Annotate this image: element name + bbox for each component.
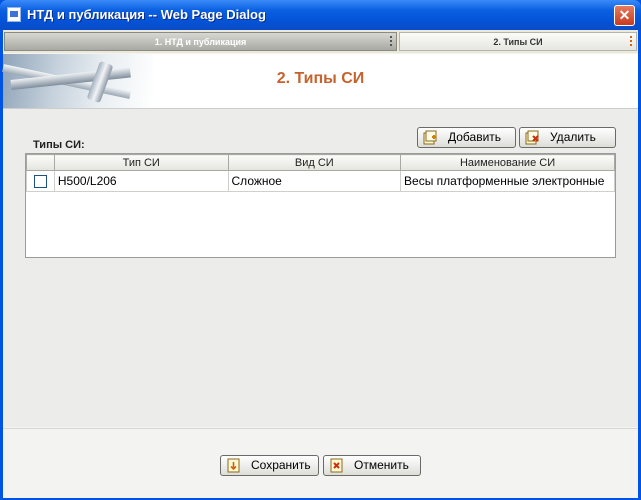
delete-button[interactable]: Удалить: [519, 127, 616, 148]
page-title: 2. Типы СИ: [276, 70, 365, 87]
tab-grip-icon: [630, 36, 632, 47]
column-select: [26, 154, 55, 171]
row-select-cell: [26, 170, 55, 192]
dialog-window: НТД и публикация -- Web Page Dialog ✕ 1.…: [0, 0, 641, 500]
section-label: Типы СИ:: [33, 139, 85, 151]
close-button[interactable]: ✕: [614, 5, 635, 26]
save-button-label: Сохранить: [251, 458, 311, 472]
add-button-label: Добавить: [448, 130, 502, 144]
cancel-button[interactable]: Отменить: [323, 455, 421, 476]
tab-ntd-publication[interactable]: 1. НТД и публикация: [4, 32, 397, 51]
cancel-icon: [330, 458, 343, 473]
tab-label: 2. Типы СИ: [493, 37, 543, 47]
tab-si-types[interactable]: 2. Типы СИ: [399, 32, 637, 51]
cell-type: Н500/L206: [53, 170, 229, 192]
content-panel: Типы СИ: Добавить Удалить Тип СИ Вид СИ …: [3, 109, 638, 427]
table-row[interactable]: Н500/L206 Сложное Весы платформенные эле…: [26, 170, 615, 192]
column-type[interactable]: Тип СИ: [53, 154, 229, 171]
delete-button-label: Удалить: [550, 130, 596, 144]
column-kind[interactable]: Вид СИ: [227, 154, 402, 171]
client-area: 1. НТД и публикация 2. Типы СИ 2. Типы С…: [2, 30, 638, 498]
cancel-button-label: Отменить: [354, 458, 409, 472]
cell-kind: Сложное: [227, 170, 402, 192]
add-icon: [423, 130, 437, 145]
tab-strip: 1. НТД и публикация 2. Типы СИ: [3, 30, 638, 53]
title-bar: НТД и публикация -- Web Page Dialog ✕: [0, 0, 641, 30]
row-checkbox[interactable]: [33, 174, 47, 188]
column-name[interactable]: Наименование СИ: [400, 154, 615, 171]
window-icon: [7, 7, 21, 22]
cell-name: Весы платформенные электронные: [400, 170, 615, 192]
tab-grip-icon: [390, 36, 392, 47]
page-banner: 2. Типы СИ: [2, 54, 638, 109]
save-icon: [227, 458, 240, 473]
si-types-grid: Тип СИ Вид СИ Наименование СИ Н500/L206 …: [25, 153, 616, 258]
window-title: НТД и публикация -- Web Page Dialog: [27, 7, 266, 22]
delete-icon: [525, 130, 539, 145]
footer-bar: Сохранить Отменить: [3, 428, 638, 498]
add-button[interactable]: Добавить: [417, 127, 516, 148]
save-button[interactable]: Сохранить: [220, 455, 319, 476]
tab-label: 1. НТД и публикация: [154, 37, 247, 47]
